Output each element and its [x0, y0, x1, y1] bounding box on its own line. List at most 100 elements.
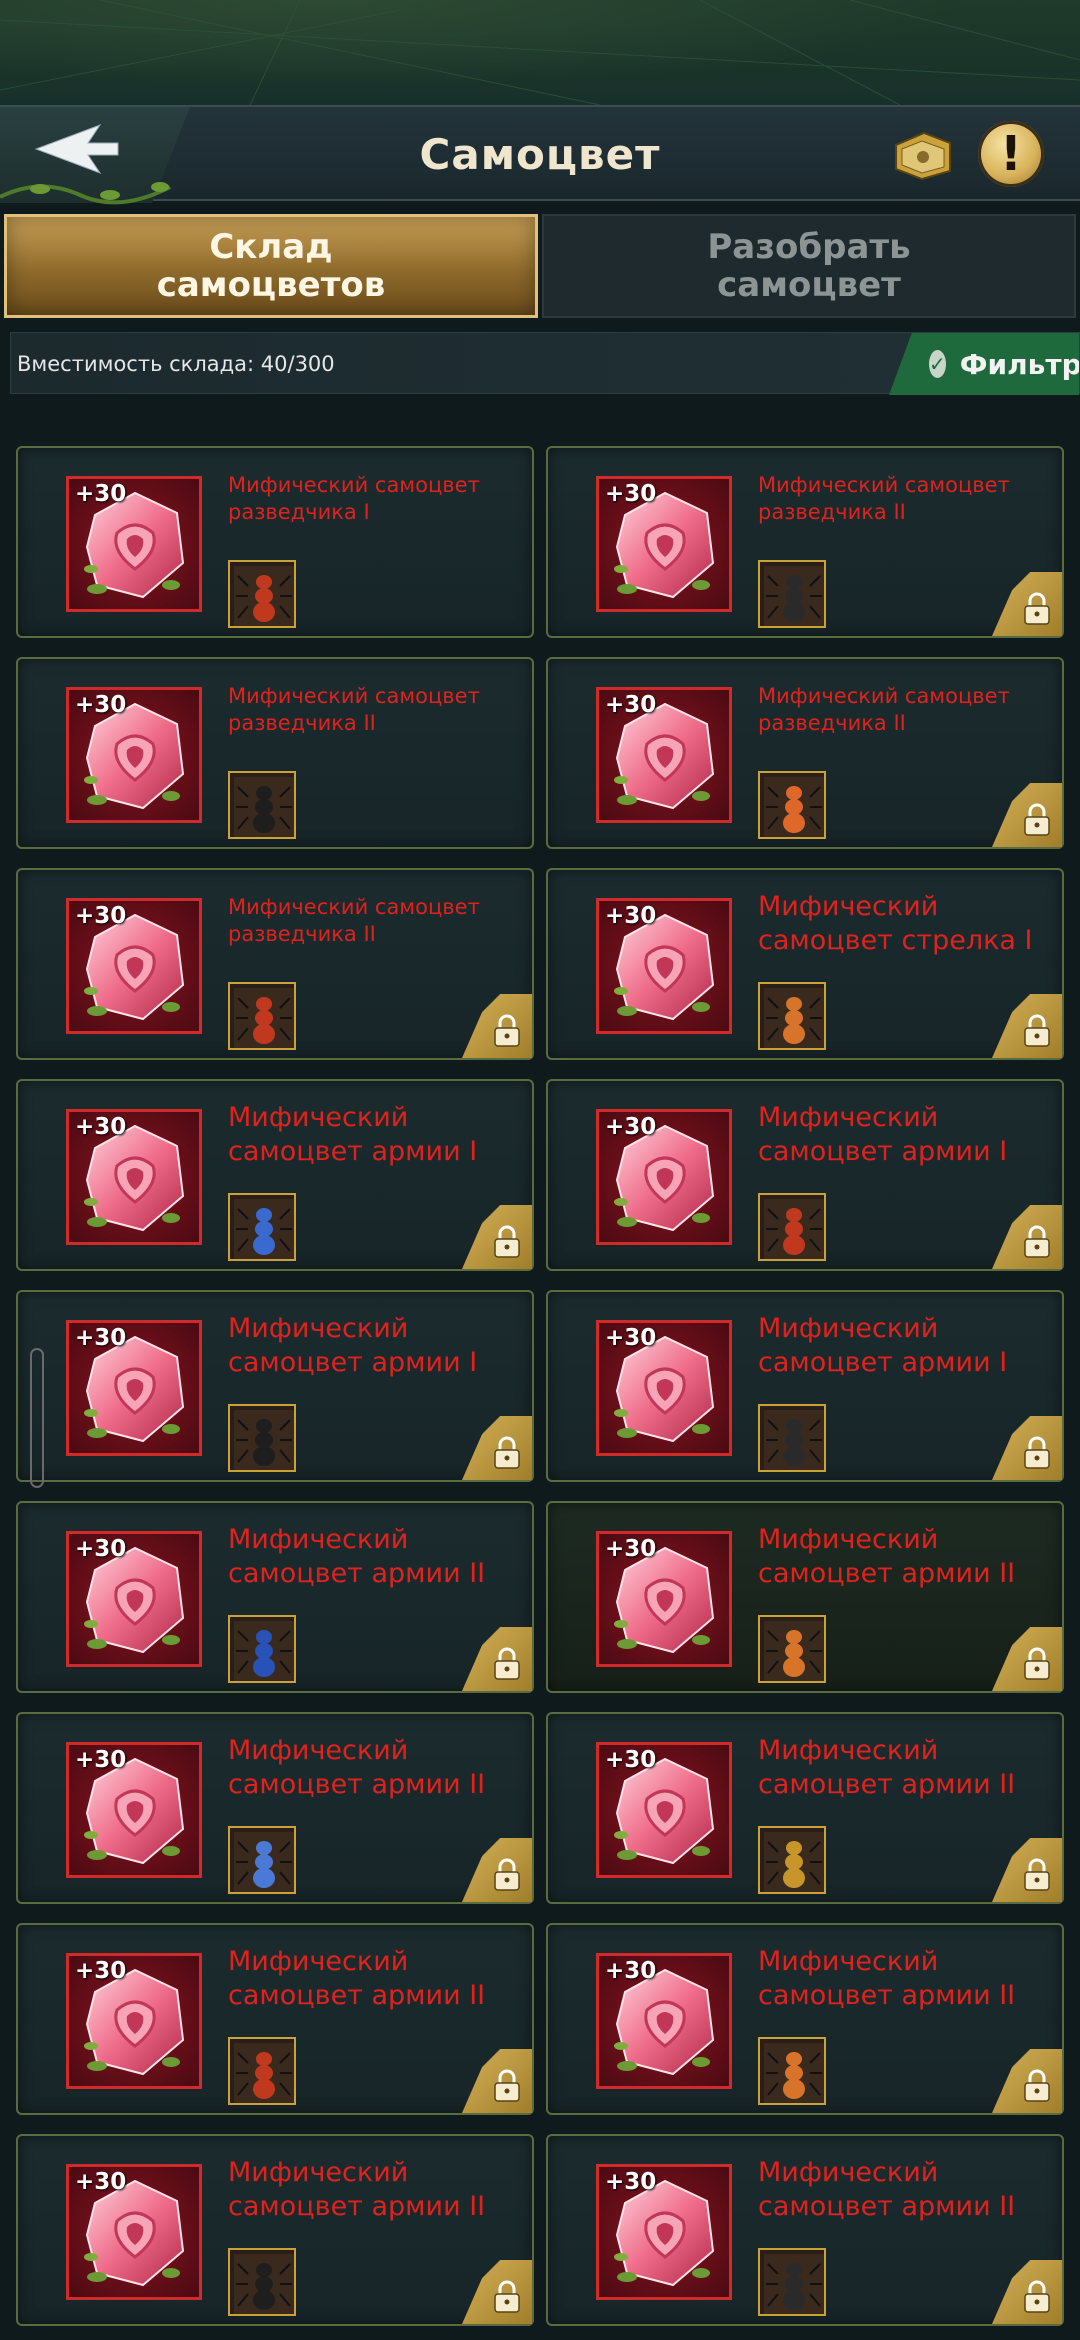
gem-frame: +30 — [596, 687, 732, 823]
gem-name: Мифический самоцвет армии I — [228, 1313, 478, 1378]
gem-card[interactable]: +30 Мифический самоцвет армии II — [16, 1923, 534, 2115]
spider-black-icon — [764, 1410, 824, 1470]
lock-badge[interactable] — [992, 2049, 1062, 2113]
gem-frame: +30 — [66, 1109, 202, 1245]
info-icon[interactable]: ! — [978, 121, 1044, 187]
gem-card[interactable]: +30 Мифический самоцвет армии I — [546, 1079, 1064, 1271]
lock-badge[interactable] — [992, 1416, 1062, 1480]
lock-badge[interactable] — [462, 2260, 532, 2324]
beetle-black-icon — [234, 1410, 294, 1470]
gem-bonus-label: +30 — [75, 1114, 127, 1140]
unit-portrait — [228, 982, 296, 1050]
lock-badge[interactable] — [992, 1838, 1062, 1902]
gem-frame: +30 — [66, 2164, 202, 2300]
unit-portrait — [758, 1404, 826, 1472]
gem-bonus-label: +30 — [75, 1747, 127, 1773]
unit-portrait — [758, 982, 826, 1050]
gem-bonus-label: +30 — [605, 1536, 657, 1562]
lock-badge[interactable] — [992, 1627, 1062, 1691]
wasp-orange-icon — [764, 988, 824, 1048]
beetle-black-icon — [234, 777, 294, 837]
gem-frame: +30 — [66, 1320, 202, 1456]
gem-card[interactable]: +30 Мифический самоцвет разведчика II — [546, 657, 1064, 849]
unit-portrait — [228, 1404, 296, 1472]
tab-bar: Склад самоцветов Разобрать самоцвет — [0, 214, 1080, 320]
lock-icon — [494, 1436, 520, 1469]
gem-bonus-label: +30 — [605, 2169, 657, 2195]
gem-frame: +30 — [66, 898, 202, 1034]
unit-portrait — [758, 1615, 826, 1683]
gem-card[interactable]: +30 Мифический самоцвет армии I — [16, 1079, 534, 1271]
lock-badge[interactable] — [462, 1838, 532, 1902]
gem-card[interactable]: +30 Мифический самоцвет армии I — [546, 1290, 1064, 1482]
gem-bonus-label: +30 — [75, 2169, 127, 2195]
gem-bonus-label: +30 — [605, 1747, 657, 1773]
lock-badge[interactable] — [462, 1627, 532, 1691]
wasp-orange-icon — [764, 1621, 824, 1681]
gem-bonus-label: +30 — [75, 1958, 127, 1984]
scrollbar[interactable] — [30, 1348, 44, 1488]
header-bar: Самоцвет ! — [0, 105, 1080, 205]
lock-icon — [1024, 1436, 1050, 1469]
tab-label-line2: самоцветов — [156, 265, 386, 305]
gem-name: Мифический самоцвет стрелка I — [758, 891, 1033, 956]
unit-portrait — [228, 1615, 296, 1683]
unit-portrait — [758, 2037, 826, 2105]
lock-badge[interactable] — [992, 783, 1062, 847]
unit-portrait — [758, 560, 826, 628]
gem-name: Мифический самоцвет армии II — [758, 1735, 1016, 1800]
gem-card[interactable]: +30 Мифический самоцвет армии I — [16, 1290, 534, 1482]
lock-badge[interactable] — [992, 2260, 1062, 2324]
lock-icon — [494, 1014, 520, 1047]
gem-card[interactable]: +30 Мифический самоцвет армии II — [16, 2134, 534, 2326]
gem-card[interactable]: +30 Мифический самоцвет армии II — [546, 1712, 1064, 1904]
unit-portrait — [228, 1193, 296, 1261]
gem-card[interactable]: +30 Мифический самоцвет армии II — [16, 1501, 534, 1693]
ant-red-icon — [234, 2043, 294, 2103]
gem-card[interactable]: +30 Мифический самоцвет разведчика II — [546, 446, 1064, 638]
gem-name: Мифический самоцвет армии II — [758, 2157, 1016, 2222]
lock-icon — [494, 1858, 520, 1891]
gem-bonus-label: +30 — [605, 481, 657, 507]
gem-frame: +30 — [596, 1742, 732, 1878]
gem-bonus-label: +30 — [75, 1325, 127, 1351]
unit-portrait — [228, 2037, 296, 2105]
lock-badge[interactable] — [462, 2049, 532, 2113]
gem-card[interactable]: +30 Мифический самоцвет армии II — [546, 2134, 1064, 2326]
lock-badge[interactable] — [462, 1205, 532, 1269]
gem-card[interactable]: +30 Мифический самоцвет разведчика I — [16, 446, 534, 638]
spider-black-icon — [764, 2254, 824, 2314]
lock-icon — [1024, 1858, 1050, 1891]
unit-portrait — [758, 1193, 826, 1261]
lock-icon — [1024, 1647, 1050, 1680]
gem-card[interactable]: +30 Мифический самоцвет разведчика II — [16, 657, 534, 849]
lock-badge[interactable] — [992, 1205, 1062, 1269]
gem-card[interactable]: +30 Мифический самоцвет армии II — [546, 1923, 1064, 2115]
lock-badge[interactable] — [462, 994, 532, 1058]
filter-button[interactable]: ✓ Фильтр — [889, 333, 1079, 395]
gem-card[interactable]: +30 Мифический самоцвет стрелка I — [546, 868, 1064, 1060]
gem-bonus-label: +30 — [75, 692, 127, 718]
tab-disassemble-gem[interactable]: Разобрать самоцвет — [542, 214, 1076, 318]
lock-icon — [494, 2280, 520, 2313]
ant-orange-icon — [764, 777, 824, 837]
lock-icon — [1024, 1225, 1050, 1258]
tab-gem-storage[interactable]: Склад самоцветов — [4, 214, 538, 318]
lock-icon — [1024, 2069, 1050, 2102]
spider-black-icon — [764, 566, 824, 626]
storage-capacity-text: Вместимость склада: 40/300 — [17, 352, 335, 376]
gem-frame: +30 — [596, 1953, 732, 2089]
lock-badge[interactable] — [992, 994, 1062, 1058]
lock-badge[interactable] — [992, 572, 1062, 636]
gem-card[interactable]: +30 Мифический самоцвет армии II — [546, 1501, 1064, 1693]
gem-card[interactable]: +30 Мифический самоцвет разведчика II — [16, 868, 534, 1060]
lock-badge[interactable] — [462, 1416, 532, 1480]
gem-name: Мифический самоцвет разведчика II — [228, 895, 480, 946]
gem-name: Мифический самоцвет армии II — [228, 1946, 486, 2011]
gem-card[interactable]: +30 Мифический самоцвет армии II — [16, 1712, 534, 1904]
unit-portrait — [228, 560, 296, 628]
codex-book-icon[interactable] — [890, 127, 956, 183]
gem-name: Мифический самоцвет армии I — [228, 1102, 478, 1167]
tab-label-line1: Разобрать — [707, 227, 911, 267]
lock-icon — [494, 1647, 520, 1680]
